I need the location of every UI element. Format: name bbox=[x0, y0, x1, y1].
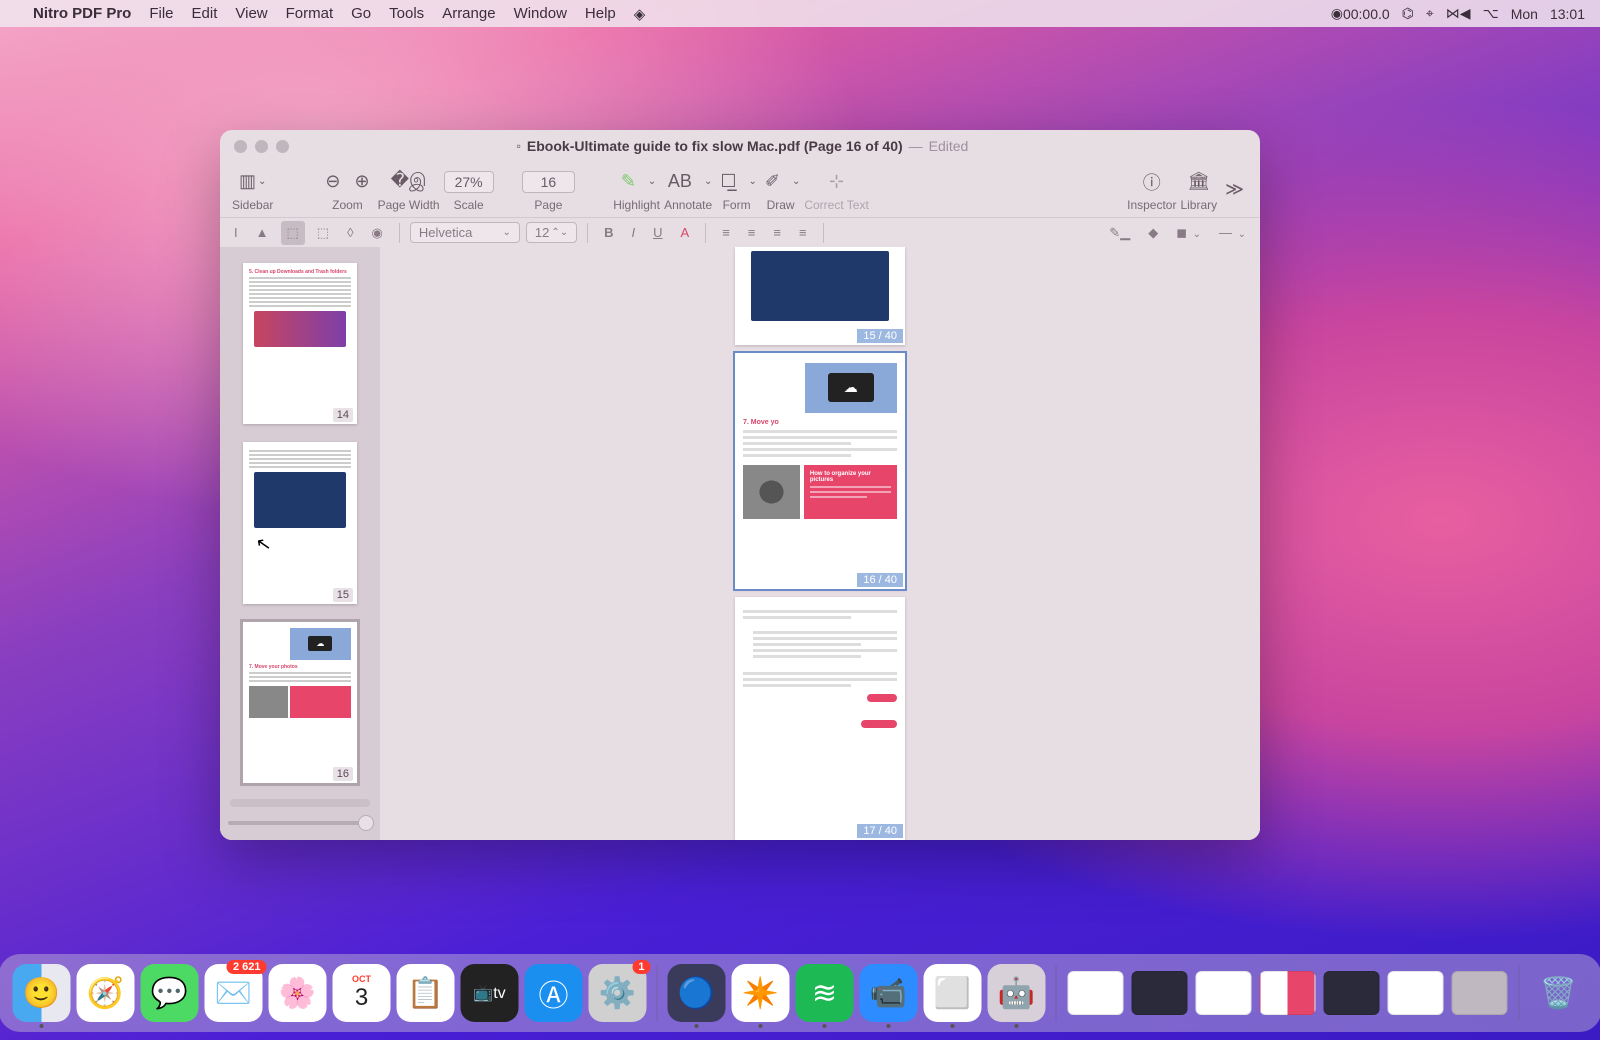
text-cursor-tool[interactable]: I bbox=[228, 221, 244, 244]
inspector-button[interactable]: ⓘ bbox=[1139, 167, 1165, 197]
menu-tools[interactable]: Tools bbox=[389, 5, 424, 22]
minimize-button[interactable] bbox=[255, 140, 268, 153]
menu-go[interactable]: Go bbox=[351, 5, 371, 22]
underline-button[interactable]: U bbox=[647, 221, 668, 244]
app-name[interactable]: Nitro PDF Pro bbox=[33, 5, 131, 22]
align-justify-button[interactable]: ≡ bbox=[793, 221, 813, 244]
dock: 🙂 🧭 💬 ✉️2 621 🌸 OCT3 📋 📺tv Ⓐ ⚙️1 🔵 ✴️ ≋ … bbox=[0, 954, 1600, 1032]
dock-mail[interactable]: ✉️2 621 bbox=[205, 964, 263, 1022]
control-center-icon[interactable]: ⌥ bbox=[1483, 5, 1499, 22]
app-window: ▫ Ebook-Ultimate guide to fix slow Mac.p… bbox=[220, 130, 1260, 840]
dock-minwin-1[interactable] bbox=[1067, 964, 1125, 1022]
bowtie-icon[interactable]: ⋈◀ bbox=[1446, 5, 1471, 22]
correct-text-button: ⊹ bbox=[825, 169, 848, 194]
menubar-time[interactable]: 13:01 bbox=[1550, 6, 1585, 22]
menu-arrange[interactable]: Arrange bbox=[442, 5, 495, 22]
menubar: Nitro PDF Pro File Edit View Format Go T… bbox=[0, 0, 1600, 27]
text-color-button[interactable]: A bbox=[675, 221, 696, 244]
dock-nitropdf[interactable]: ⬜ bbox=[924, 964, 982, 1022]
dock-trash[interactable]: 🗑️ bbox=[1530, 964, 1588, 1022]
draw-button[interactable]: ✐ bbox=[761, 169, 784, 194]
align-center-button[interactable]: ≡ bbox=[742, 221, 762, 244]
thumbnail-14[interactable]: 5. Clean up Downloads and Trash folders … bbox=[243, 263, 357, 424]
dock-photos[interactable]: 🌸 bbox=[269, 964, 327, 1022]
page-number-field[interactable]: 16 bbox=[522, 171, 576, 193]
highlight-button[interactable]: ✎ bbox=[617, 169, 640, 194]
bold-button[interactable]: B bbox=[598, 221, 619, 244]
record-indicator[interactable]: ◉ 00:00.0 bbox=[1331, 5, 1390, 22]
line-style-button[interactable]: — ⌄ bbox=[1213, 221, 1252, 244]
zoom-button[interactable] bbox=[276, 140, 289, 153]
dock-spotify[interactable]: ≋ bbox=[796, 964, 854, 1022]
cleanmymac-icon[interactable]: ⌬ bbox=[1402, 5, 1414, 22]
dock-calendar[interactable]: OCT3 bbox=[333, 964, 391, 1022]
toolbar-overflow[interactable]: ≫ bbox=[1221, 177, 1248, 202]
dock-reminders[interactable]: 📋 bbox=[397, 964, 455, 1022]
marquee-tool[interactable]: ⬚ bbox=[311, 221, 335, 245]
shape-style-button[interactable]: ◼ ⌄ bbox=[1170, 221, 1207, 245]
dock-zoom[interactable]: 📹 bbox=[860, 964, 918, 1022]
menu-view[interactable]: View bbox=[235, 5, 267, 22]
titlebar: ▫ Ebook-Ultimate guide to fix slow Mac.p… bbox=[220, 130, 1260, 162]
form-button[interactable]: ☐̲ bbox=[716, 169, 740, 194]
stamp-tool[interactable]: ◉ bbox=[366, 221, 389, 245]
menu-help[interactable]: Help bbox=[585, 5, 616, 22]
sidebar-toggle[interactable]: ▥⌄ bbox=[235, 169, 270, 194]
thumbnail-sidebar[interactable]: 5. Clean up Downloads and Trash folders … bbox=[220, 247, 380, 840]
fill-color-button[interactable]: ◆ bbox=[1142, 221, 1164, 245]
close-button[interactable] bbox=[234, 140, 247, 153]
dock-appletv[interactable]: 📺tv bbox=[461, 964, 519, 1022]
page-15[interactable]: 15 / 40 bbox=[735, 247, 905, 345]
menu-edit[interactable]: Edit bbox=[192, 5, 218, 22]
align-left-button[interactable]: ≡ bbox=[716, 221, 736, 244]
thumbnail-16[interactable]: ☁ 7. Move your photos 16 bbox=[243, 622, 357, 783]
page-17[interactable]: 17 / 40 bbox=[735, 597, 905, 840]
dock-minwin-7[interactable] bbox=[1451, 964, 1509, 1022]
library-button[interactable]: 🏛 bbox=[1183, 169, 1214, 194]
edited-separator: — bbox=[909, 138, 923, 154]
document-view[interactable]: 15 / 40 7. Move yo How to organize your … bbox=[380, 247, 1260, 840]
dock-safari[interactable]: 🧭 bbox=[77, 964, 135, 1022]
select-tool[interactable]: ⬚ bbox=[281, 221, 305, 245]
dock-minwin-3[interactable] bbox=[1195, 964, 1253, 1022]
font-size-select[interactable]: 12⌃⌄ bbox=[526, 222, 577, 243]
document-icon: ▫ bbox=[517, 139, 521, 153]
dock-slack[interactable]: ✴️ bbox=[732, 964, 790, 1022]
dock-minwin-2[interactable] bbox=[1131, 964, 1189, 1022]
window-title: Ebook-Ultimate guide to fix slow Mac.pdf… bbox=[527, 138, 903, 154]
dock-minwin-5[interactable] bbox=[1323, 964, 1381, 1022]
edited-label: Edited bbox=[929, 138, 969, 154]
dock-finder[interactable]: 🙂 bbox=[13, 964, 71, 1022]
eraser-tool[interactable]: ◊ bbox=[341, 221, 359, 244]
dock-appstore[interactable]: Ⓐ bbox=[525, 964, 583, 1022]
menu-format[interactable]: Format bbox=[286, 5, 334, 22]
thumbnail-15[interactable]: 15 bbox=[243, 442, 357, 603]
zoom-out-button[interactable]: ⊖ bbox=[321, 169, 344, 194]
dock-settings[interactable]: ⚙️1 bbox=[589, 964, 647, 1022]
align-right-button[interactable]: ≡ bbox=[767, 221, 787, 244]
dock-messages[interactable]: 💬 bbox=[141, 964, 199, 1022]
zoom-in-button[interactable]: ⊕ bbox=[350, 169, 373, 194]
sidebar-scrollbar[interactable] bbox=[230, 799, 370, 807]
dock-minwin-6[interactable] bbox=[1387, 964, 1445, 1022]
bluetooth-icon[interactable]: ⌖ bbox=[1426, 5, 1434, 22]
stroke-color-button[interactable]: ✎▁ bbox=[1103, 221, 1136, 245]
annotate-button[interactable]: AB bbox=[664, 169, 696, 194]
format-toolbar: I ▲ ⬚ ⬚ ◊ ◉ Helvetica⌄ 12⌃⌄ B I U A ≡ ≡ … bbox=[220, 217, 1260, 247]
dock-cleanmymac[interactable]: 🔵 bbox=[668, 964, 726, 1022]
arrow-tool[interactable]: ▲ bbox=[250, 221, 275, 244]
scale-value[interactable]: 27% bbox=[444, 171, 494, 193]
font-select[interactable]: Helvetica⌄ bbox=[410, 222, 520, 243]
menu-file[interactable]: File bbox=[149, 5, 173, 22]
menubar-day[interactable]: Mon bbox=[1511, 6, 1538, 22]
dock-minwin-4[interactable] bbox=[1259, 964, 1317, 1022]
menu-window[interactable]: Window bbox=[514, 5, 567, 22]
page-16[interactable]: 7. Move yo How to organize your pictures bbox=[735, 353, 905, 590]
menu-extra-icon[interactable]: ◈ bbox=[634, 5, 646, 23]
toolbar: ▥⌄ Sidebar ⊖ ⊕ Zoom �இ Page Width 27% Sc… bbox=[220, 162, 1260, 217]
thumbnail-zoom-slider[interactable] bbox=[228, 813, 372, 832]
italic-button[interactable]: I bbox=[626, 221, 642, 244]
dock-robot-app[interactable]: 🤖 bbox=[988, 964, 1046, 1022]
page-width-button[interactable]: �இ bbox=[387, 168, 431, 195]
